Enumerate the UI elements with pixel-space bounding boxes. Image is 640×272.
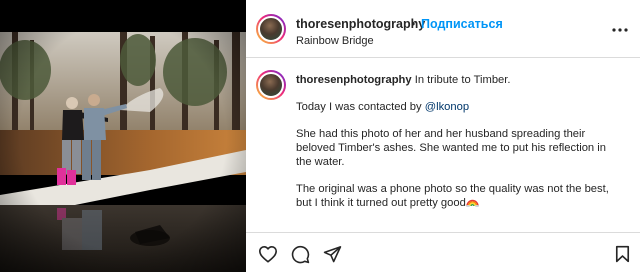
author-username[interactable]: thoresenphotography <box>296 17 425 31</box>
bookmark-icon[interactable] <box>611 243 633 265</box>
paper-plane-icon[interactable] <box>321 243 343 265</box>
post-location[interactable]: Rainbow Bridge <box>296 35 374 47</box>
caption-text: thoresenphotography In tribute to Timber… <box>296 73 622 223</box>
rainbow-emoji <box>465 199 479 207</box>
post-photo[interactable] <box>0 0 246 272</box>
post-header: thoresenphotography • Подписаться Rainbo… <box>246 0 640 58</box>
more-options-icon[interactable] <box>610 20 630 40</box>
caption-paragraph-2: She had this photo of her and her husban… <box>296 128 606 168</box>
mention-link[interactable]: @lkonop <box>425 101 469 113</box>
caption-intro: In tribute to Timber. <box>414 74 511 86</box>
comment-icon[interactable] <box>289 243 311 265</box>
author-avatar[interactable] <box>256 14 286 44</box>
caption-author-avatar[interactable] <box>256 70 286 100</box>
post-details-panel: thoresenphotography • Подписаться Rainbo… <box>246 0 640 272</box>
caption-paragraph-3: The original was a phone photo so the qu… <box>296 183 609 209</box>
follow-button[interactable]: Подписаться <box>421 17 503 31</box>
heart-icon[interactable] <box>257 243 279 265</box>
action-bar <box>246 232 640 272</box>
caption-username[interactable]: thoresenphotography <box>296 74 412 86</box>
post-photo-image <box>0 0 246 272</box>
separator-dot: • <box>411 17 416 31</box>
caption-line1-prefix: Today I was contacted by <box>296 101 425 113</box>
caption-area: thoresenphotography In tribute to Timber… <box>246 58 640 232</box>
